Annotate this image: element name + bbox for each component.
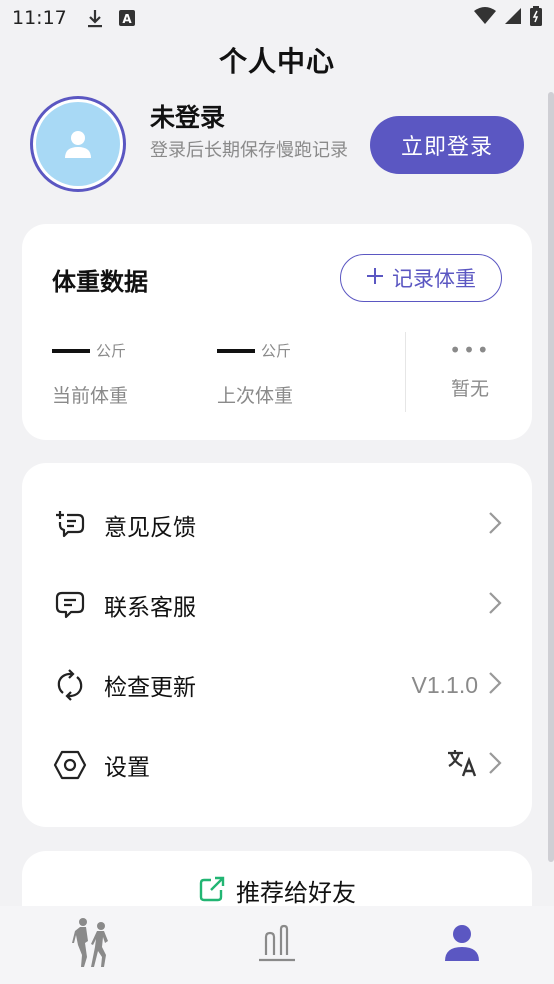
menu-item-settings[interactable]: 设置 [22,725,532,805]
tab-stats[interactable] [185,906,370,984]
user-icon [444,923,480,967]
download-icon [85,8,105,28]
scrollbar[interactable] [548,92,554,862]
external-link-icon [198,875,226,907]
record-weight-label: 记录体重 [392,267,476,291]
battery-icon [530,5,542,31]
user-name: 未登录 [150,103,226,132]
share-label: 推荐给好友 [236,879,356,907]
chevron-right-icon [488,671,502,699]
translate-icon[interactable] [446,748,478,782]
font-a-icon: A [117,8,137,28]
login-hint: 登录后长期保存慢跑记录 [150,140,348,161]
svg-text:A: A [122,12,132,26]
login-button[interactable]: 立即登录 [370,116,524,174]
runners-icon [72,917,112,973]
previous-weight-label: 上次体重 [217,385,294,407]
previous-weight-empty-value [217,348,255,353]
bottom-tab-bar [0,906,554,984]
user-avatar-icon [36,102,120,186]
chat-icon [52,587,88,623]
page-title: 个人中心 [218,45,335,78]
menu-label-check-update: 检查更新 [104,675,196,701]
tab-running[interactable] [0,906,185,984]
current-weight-unit: 公斤 [96,342,127,360]
menu-item-feedback[interactable]: 意见反馈 [22,485,532,565]
chevron-right-icon [488,751,502,779]
current-weight: 公斤 当前体重 [52,340,128,408]
menu-label-settings: 设置 [104,755,150,781]
previous-weight: 公斤 上次体重 [217,340,293,408]
avatar[interactable] [30,96,126,192]
previous-weight-unit: 公斤 [261,342,292,360]
chevron-right-icon [488,511,502,539]
menu-card: 意见反馈 联系客服 检查更新 V1.1.0 设置 [22,463,532,827]
current-weight-empty-value [52,348,90,353]
menu-item-contact-service[interactable]: 联系客服 [22,565,532,645]
refresh-icon [52,667,88,703]
current-weight-label: 当前体重 [52,385,129,407]
tab-profile[interactable] [369,906,554,984]
more-dots-icon: ••• [449,338,491,362]
weight-divider [405,332,406,412]
hexagon-settings-icon [52,747,88,783]
chevron-right-icon [488,591,502,619]
menu-item-check-update[interactable]: 检查更新 V1.1.0 [22,645,532,725]
feedback-icon [52,507,88,543]
weight-card: 体重数据 记录体重 公斤 当前体重 公斤 上次体重 ••• 暂无 [22,224,532,440]
profile-section: 未登录 登录后长期保存慢跑记录 立即登录 [30,96,530,196]
wifi-icon [474,6,496,30]
weight-more-label: 暂无 [450,378,489,400]
menu-label-contact-service: 联系客服 [104,595,196,621]
status-time: 11:17 [12,7,67,29]
signal-icon [504,7,522,30]
menu-label-feedback: 意见反馈 [104,515,196,541]
status-bar: 11:17 A [0,0,554,36]
bar-chart-icon [257,923,297,967]
weight-more[interactable]: ••• 暂无 [442,340,498,401]
weight-card-title: 体重数据 [52,268,148,296]
record-weight-button[interactable]: 记录体重 [340,254,502,302]
app-version: V1.1.0 [411,671,479,698]
plus-icon [366,266,384,290]
